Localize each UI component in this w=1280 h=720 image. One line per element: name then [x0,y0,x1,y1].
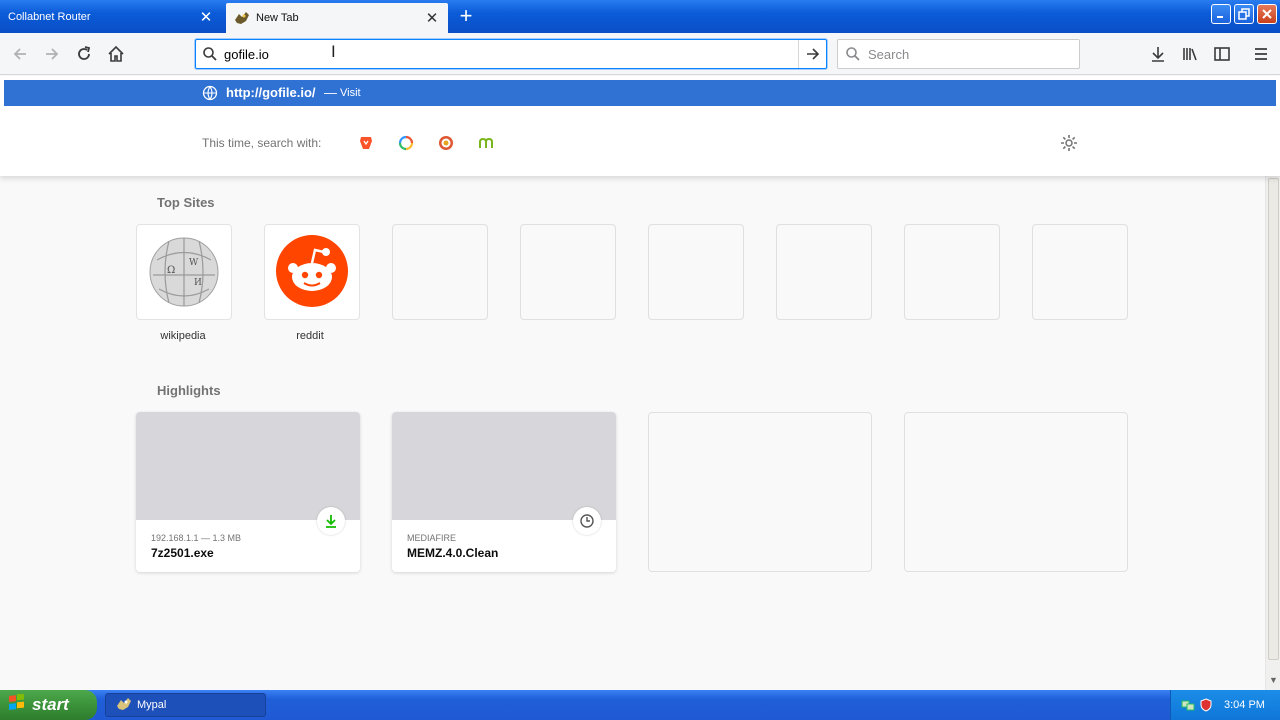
new-tab-button[interactable]: + [454,5,478,29]
clock: 3:04 PM [1224,699,1265,711]
security-shield-tray-icon[interactable] [1199,698,1213,712]
close-window-button[interactable] [1257,4,1277,24]
empty-top-site-slot [648,224,744,320]
taskbar: start Mypal 3:04 PM [0,690,1280,720]
empty-top-site-slot [904,224,1000,320]
taskbar-item-mypal[interactable]: Mypal [105,693,266,717]
autocomplete-action: Visit [340,87,361,99]
tab-new-tab[interactable]: New Tab ✕ [226,3,448,33]
duckduckgo-icon[interactable] [436,133,456,153]
empty-highlight-slot [904,412,1128,572]
menu-button[interactable] [1247,40,1275,68]
taskbar-item-label: Mypal [137,699,167,711]
svg-text:W: W [189,258,199,268]
top-site-label: reddit [296,330,324,342]
card-title: MEMZ.4.0.Clean [407,546,499,560]
minimize-button[interactable] [1211,4,1231,24]
text-cursor-icon: I [331,42,336,61]
svg-text:И: И [194,278,202,288]
highlight-card[interactable]: MEDIAFIRE MEMZ.4.0.Clean [392,412,616,572]
close-tab-icon[interactable]: ✕ [198,9,214,26]
card-preview-image [392,412,616,520]
autocomplete-separator: — [324,85,337,100]
card-preview-image [136,412,360,520]
close-tab-icon[interactable]: ✕ [424,10,440,27]
autocomplete-url: http://gofile.io/ [226,85,316,100]
system-tray: 3:04 PM [1170,690,1280,720]
highlights-heading: Highlights [157,383,221,398]
one-off-label: This time, search with: [202,136,322,150]
top-site-label: wikipedia [160,330,206,342]
brave-icon[interactable] [356,133,376,153]
search-icon [196,46,224,62]
card-source: MEDIAFIRE [407,533,457,543]
search-bar[interactable] [837,39,1080,69]
top-sites-heading: Top Sites [157,195,215,210]
search-input[interactable] [868,46,1079,62]
home-icon [108,45,124,62]
one-off-search-bar: This time, search with: [0,126,1280,160]
windows-flag-icon [8,693,26,717]
url-autocomplete-popup: http://gofile.io/ — Visit This time, sea… [0,76,1280,176]
restore-button[interactable] [1234,4,1254,24]
download-icon [1152,47,1164,62]
mojeek-icon[interactable] [476,133,496,153]
download-icon [317,507,345,535]
wikipedia-icon: Ω W И [149,237,219,307]
vertical-scrollbar[interactable]: ▼ [1265,176,1280,690]
start-label: start [32,695,69,714]
library-icon [1183,48,1197,61]
empty-top-site-slot [1032,224,1128,320]
tab-title: New Tab [256,12,299,24]
highlight-card[interactable]: 192.168.1.1 — 1.3 MB 7z2501.exe [136,412,360,572]
tab-collabnet-router[interactable]: Collabnet Router ✕ [0,4,222,30]
clock-icon [573,507,601,535]
forward-button[interactable] [38,40,66,68]
globe-icon [202,85,218,101]
search-icon [838,46,868,62]
network-tray-icon[interactable] [1181,698,1195,712]
reload-icon [78,46,91,60]
scrollbar-thumb[interactable] [1268,178,1279,660]
autocomplete-result[interactable]: http://gofile.io/ — Visit [4,80,1276,106]
back-arrow-icon [13,48,26,60]
sidebar-button[interactable] [1208,40,1236,68]
forward-arrow-icon [46,48,59,60]
navigation-toolbar: I [0,33,1280,75]
top-site-reddit[interactable] [264,224,360,320]
url-input[interactable] [224,41,798,67]
tab-strip: Collabnet Router ✕ New Tab ✕ + [0,0,1280,33]
svg-text:Ω: Ω [167,265,175,276]
go-arrow-icon [806,48,819,60]
mypal-icon [116,697,132,714]
scroll-down-arrow-icon[interactable]: ▼ [1267,672,1280,688]
hamburger-menu-icon [1255,48,1267,60]
downloads-button[interactable] [1144,40,1172,68]
card-title: 7z2501.exe [151,546,214,560]
library-button[interactable] [1176,40,1204,68]
top-site-wikipedia[interactable]: Ω W И [136,224,232,320]
qwant-icon[interactable] [396,133,416,153]
empty-highlight-slot [648,412,872,572]
empty-top-site-slot [392,224,488,320]
start-button[interactable]: start [0,690,97,720]
empty-top-site-slot [520,224,616,320]
gear-icon[interactable] [1059,133,1079,153]
url-bar[interactable] [195,39,827,69]
reddit-icon [276,235,348,307]
empty-top-site-slot [776,224,872,320]
sidebar-icon [1214,47,1230,61]
home-button[interactable] [102,40,130,68]
reload-button[interactable] [70,40,98,68]
go-button[interactable] [798,40,826,68]
back-button[interactable] [6,40,34,68]
card-source: 192.168.1.1 — 1.3 MB [151,533,242,543]
tab-title: Collabnet Router [8,11,91,23]
mypal-favicon-icon [234,11,250,25]
